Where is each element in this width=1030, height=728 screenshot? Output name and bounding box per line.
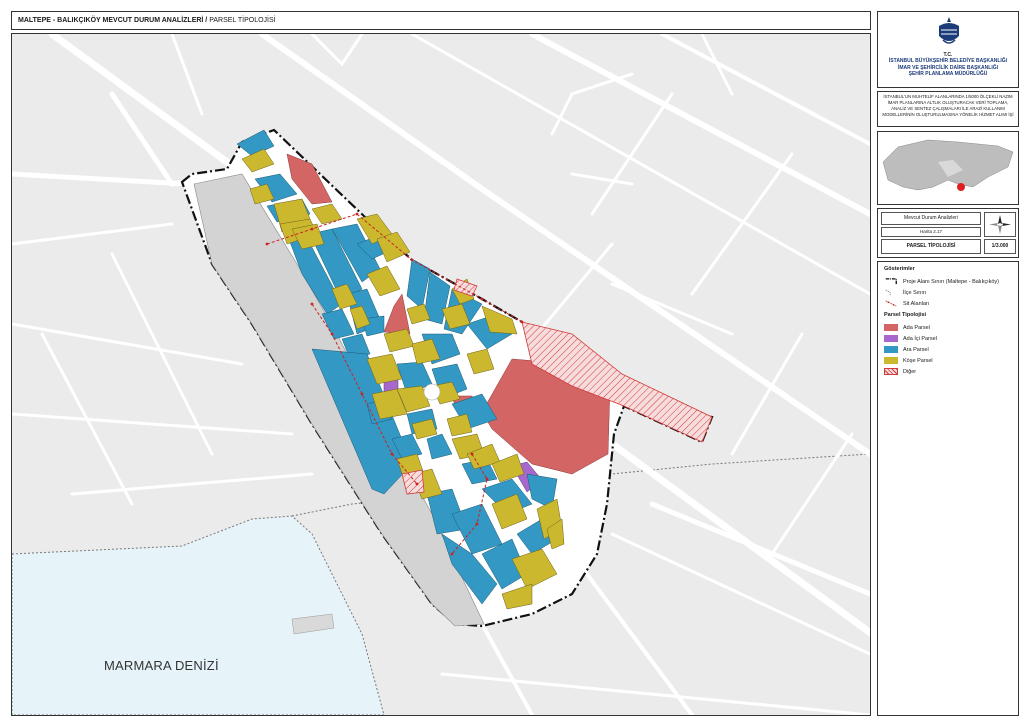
legend-label: Köşe Parsel [903,357,933,364]
map-canvas[interactable] [12,34,870,715]
title-bar: MALTEPE - BALIKÇIKÖY MEVCUT DURUM ANALİZ… [11,11,871,30]
legend-label: Ara Parsel [903,346,929,353]
ada-parsel-swatch-icon [884,324,898,331]
organization-panel: T.C. İSTANBUL BÜYÜKŞEHİR BELEDİYE BAŞKAN… [877,11,1019,88]
legend-item-project-boundary: Proje Alanı Sınırı (Maltepe - Balıkçıköy… [884,276,1012,287]
legend-title: Gösterimler [884,266,915,272]
legend-label: Ada İçi Parsel [903,335,937,342]
map-number: Harita 2.17 [881,227,981,237]
project-boundary-swatch-icon [885,278,897,285]
sheet-info: Mevcut Durum Analizleri Harita 2.17 PARS… [877,208,1019,258]
legend-label: Ada Parsel [903,324,930,331]
legend-item-district-boundary: İlçe Sınırı [884,287,1012,298]
sheet-name: PARSEL TİPOLOJİSİ [881,239,981,254]
legend-item-ara-parsel: Ara Parsel [884,344,1012,355]
north-arrow-icon [989,215,1011,234]
map-frame[interactable]: MARMARA DENİZİ [11,33,871,716]
roundabout [423,383,441,401]
title-sub: PARSEL TİPOLOJİSİ [207,17,276,24]
kose-parsel-swatch-icon [884,357,898,364]
north-arrow-cell [984,212,1016,237]
ara-parsel-swatch-icon [884,346,898,353]
legend-label: İlçe Sınırı [903,289,927,296]
legend-label: Sit Alanları [903,300,930,307]
title-main: MALTEPE - BALIKÇIKÖY MEVCUT DURUM ANALİZ… [18,17,208,24]
project-description: İSTANBUL'UN MUHTELİF ALANLARINDA 1/5000 … [877,91,1019,127]
project-location-marker [957,183,965,191]
ada-ici-parsel-swatch-icon [884,335,898,342]
legend-item-ada-ici-parsel: Ada İçi Parsel [884,333,1012,344]
diger-swatch-icon [884,368,898,375]
legend: Gösterimler Proje Alanı Sınırı (Maltepe … [877,261,1019,716]
legend-parcel-title: Parsel Tipolojisi [884,312,927,318]
sea-label: MARMARA DENİZİ [104,658,219,673]
sit-alanlari-swatch-icon [885,300,897,307]
legend-label: Diğer [903,368,917,375]
locator-map-canvas [878,132,1018,204]
legend-item-ada-parsel: Ada Parsel [884,322,1012,333]
legend-item-sit-alanlari: Sit Alanları [884,298,1012,309]
analysis-name: Mevcut Durum Analizleri [881,212,981,225]
org-line-1: İSTANBUL BÜYÜKŞEHİR BELEDİYE BAŞKANLIĞI [888,58,1008,64]
locator-map [877,131,1019,205]
legend-item-kose-parsel: Köşe Parsel [884,355,1012,366]
scale-label: 1/3.000 [984,239,1016,254]
org-line-3: ŞEHİR PLANLAMA MÜDÜRLÜĞÜ [908,71,988,77]
ibb-logo-icon [939,17,959,44]
legend-item-diger: Diğer [884,366,1012,377]
district-boundary-swatch-icon [885,289,891,296]
legend-label: Proje Alanı Sınırı (Maltepe - Balıkçıköy… [903,278,999,285]
